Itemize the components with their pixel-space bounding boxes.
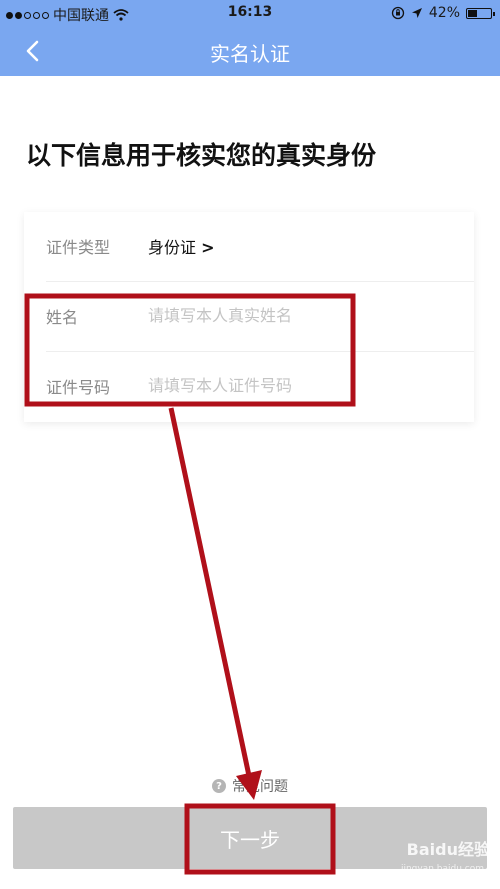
nav-bar: 实名认证 — [0, 26, 500, 76]
identity-form-card: 证件类型 身份证 > 姓名 证件号码 — [24, 212, 474, 422]
chevron-right-icon: > — [201, 238, 215, 257]
id-number-label: 证件号码 — [46, 378, 111, 397]
battery-icon — [466, 7, 495, 19]
status-bar: 中国联通 16:13 42% — [0, 0, 500, 26]
faq-label: 常见问题 — [232, 779, 288, 795]
name-row: 姓名 — [24, 282, 474, 352]
battery-fill — [468, 9, 477, 17]
headline: 以下信息用于核实您的真实身份 — [26, 141, 377, 170]
id-number-row: 证件号码 — [24, 352, 474, 422]
id-type-row[interactable]: 证件类型 身份证 > — [24, 212, 474, 282]
id-type-select[interactable]: 身份证 > — [148, 234, 215, 258]
annotation-arrow — [168, 407, 255, 791]
name-label: 姓名 — [46, 308, 79, 327]
page-title: 实名认证 — [210, 42, 290, 66]
status-right: 42% — [391, 5, 495, 21]
id-type-value: 身份证 — [148, 238, 197, 257]
battery-percent: 42% — [428, 5, 460, 21]
name-input[interactable] — [144, 300, 452, 330]
watermark-url: jingyan.baidu.com — [400, 864, 484, 874]
annotation-overlay — [24, 293, 356, 875]
app-header: 中国联通 16:13 42% 实名认证 — [0, 0, 500, 76]
watermark-brand: Baidu经验 — [406, 840, 490, 859]
lock-rotation-icon — [391, 6, 405, 20]
question-circle-icon: ? — [212, 779, 226, 793]
id-type-label: 证件类型 — [46, 238, 111, 257]
next-step-label: 下一步 — [220, 827, 280, 852]
location-arrow-icon — [411, 8, 422, 18]
faq-link[interactable]: ? 常见问题 — [0, 776, 500, 796]
id-number-input[interactable] — [144, 370, 452, 400]
